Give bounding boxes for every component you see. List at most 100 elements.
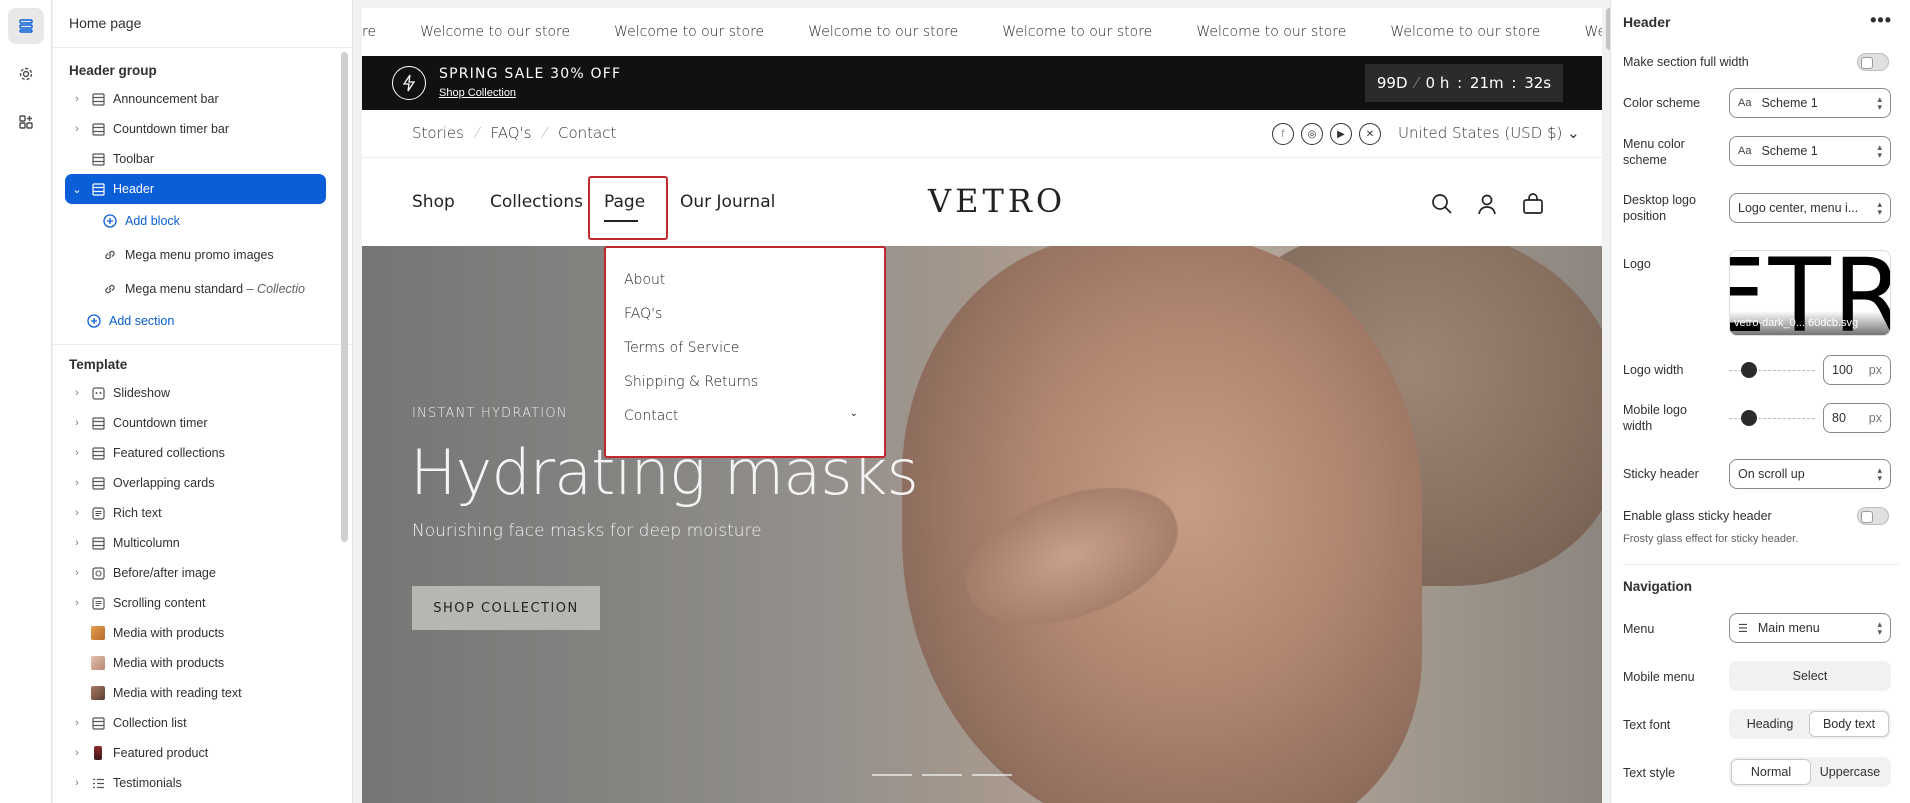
section-overlapping-cards[interactable]: › Overlapping cards [53, 468, 340, 498]
logo-width-input[interactable]: 100 px [1823, 355, 1891, 385]
add-section-header-button[interactable]: Add section [53, 306, 340, 336]
section-label: Countdown timer [113, 416, 208, 430]
dropdown-item-about[interactable]: About [624, 272, 665, 288]
nav-page-highlight[interactable]: Page [588, 176, 668, 240]
color-scheme-select[interactable]: Aa Scheme 1 ▴ ▾ [1729, 88, 1891, 118]
section-featured-product[interactable]: › Featured product [53, 738, 340, 768]
mobile-menu-select-button[interactable]: Select [1729, 661, 1891, 691]
link-stories[interactable]: Stories [412, 124, 464, 142]
theme-settings-icon[interactable] [8, 56, 44, 92]
x-twitter-icon[interactable]: ✕ [1359, 123, 1381, 145]
chevron-right-icon[interactable]: › [69, 567, 85, 579]
chevron-right-icon[interactable]: › [69, 777, 85, 789]
chevron-down-icon[interactable]: ⌄ [69, 183, 85, 196]
section-before-after-image[interactable]: › Before/after image [53, 558, 340, 588]
store-preview[interactable]: re Welcome to our store Welcome to our s… [362, 8, 1602, 803]
chevron-right-icon[interactable]: › [69, 537, 85, 549]
text-style-segmented[interactable]: Normal Uppercase [1729, 757, 1891, 787]
nav-shop[interactable]: Shop [412, 192, 455, 212]
sticky-header-select[interactable]: On scroll up ▴ ▾ [1729, 459, 1891, 489]
chevron-right-icon[interactable]: › [69, 717, 85, 729]
chevron-right-icon[interactable]: › [69, 447, 85, 459]
sections-icon[interactable] [8, 8, 44, 44]
section-toolbar[interactable]: Toolbar [53, 144, 340, 174]
announcement-marquee: re Welcome to our store Welcome to our s… [362, 8, 1602, 56]
nav-page[interactable]: Page [604, 192, 645, 212]
chevron-right-icon[interactable]: › [69, 417, 85, 429]
desktop-logo-select[interactable]: Logo center, menu i... ▴ ▾ [1729, 193, 1891, 223]
dropdown-item-faqs[interactable]: FAQ's [624, 306, 662, 322]
hero-slideshow[interactable]: INSTANT HYDRATION Hydrating masks Nouris… [362, 246, 1602, 803]
facebook-icon[interactable]: f [1272, 123, 1294, 145]
timer-days: 99D [1376, 74, 1408, 92]
section-countdown-timer[interactable]: › Countdown timer [53, 408, 340, 438]
section-media-with-reading-text[interactable]: Media with reading text [53, 678, 340, 708]
account-icon[interactable] [1475, 192, 1499, 216]
shop-collection-button[interactable]: SHOP COLLECTION [412, 586, 600, 630]
menu-color-select[interactable]: Aa Scheme 1 ▴ ▾ [1729, 136, 1891, 166]
apps-icon[interactable] [8, 104, 44, 140]
section-multicolumn[interactable]: › Multicolumn [53, 528, 340, 558]
more-options-icon[interactable]: ••• [1870, 10, 1892, 31]
promo-link[interactable]: Shop Collection [439, 87, 516, 99]
store-logo[interactable]: VETRO [928, 182, 1066, 220]
page-dropdown-menu: About FAQ's Terms of Service Shipping & … [604, 246, 886, 458]
chevron-right-icon[interactable]: › [69, 477, 85, 489]
logo-width-slider[interactable] [1729, 362, 1815, 378]
text-font-segmented[interactable]: Heading Body text [1729, 709, 1891, 739]
chevron-right-icon[interactable]: › [69, 123, 85, 135]
link-contact[interactable]: Contact [558, 124, 616, 142]
chevron-right-icon[interactable]: › [69, 507, 85, 519]
sidebar-scrollbar[interactable] [341, 52, 348, 542]
section-countdown-timer-bar[interactable]: › Countdown timer bar [53, 114, 340, 144]
text-font-body[interactable]: Body text [1809, 711, 1889, 737]
section-announcement-bar[interactable]: › Announcement bar [53, 84, 340, 114]
section-testimonials[interactable]: › Testimonials [53, 768, 340, 798]
youtube-icon[interactable]: ▶ [1330, 123, 1352, 145]
social-links: f ◎ ▶ ✕ [1272, 123, 1381, 145]
text-style-normal[interactable]: Normal [1731, 759, 1811, 785]
section-slideshow[interactable]: › Slideshow [53, 378, 340, 408]
slide-dot[interactable] [922, 774, 962, 776]
section-featured-collections[interactable]: › Featured collections [53, 438, 340, 468]
link-faqs[interactable]: FAQ's [490, 124, 531, 142]
full-width-toggle[interactable] [1857, 53, 1889, 71]
menu-select[interactable]: ☰ Main menu ▴ ▾ [1729, 613, 1891, 643]
section-media-with-products-2[interactable]: Media with products [53, 648, 340, 678]
search-icon[interactable] [1430, 192, 1454, 216]
mobile-logo-input[interactable]: 80 px [1823, 403, 1891, 433]
dropdown-item-contact[interactable]: Contact [624, 408, 678, 424]
chevron-right-icon[interactable]: › [69, 387, 85, 399]
chevron-down-icon[interactable]: ⌄ [850, 408, 858, 419]
slide-dot[interactable] [972, 774, 1012, 776]
chevron-right-icon[interactable]: › [69, 597, 85, 609]
chevron-right-icon[interactable]: › [69, 93, 85, 105]
logo-picker[interactable]: ETR vetro-dark_0... 60dcb.svg [1729, 250, 1891, 336]
main-navigation: Shop Collections Page Our Journal VETRO [362, 158, 1602, 246]
text-style-uppercase[interactable]: Uppercase [1811, 759, 1889, 785]
cart-icon[interactable] [1521, 192, 1545, 216]
glass-header-toggle[interactable] [1857, 507, 1889, 525]
currency-selector[interactable]: United States (USD $) ⌄ [1398, 124, 1580, 142]
section-media-with-products-1[interactable]: Media with products [53, 618, 340, 648]
nav-collections[interactable]: Collections [490, 192, 583, 212]
nav-our-journal[interactable]: Our Journal [680, 192, 775, 212]
instagram-icon[interactable]: ◎ [1301, 123, 1323, 145]
block-mega-menu-standard[interactable]: Mega menu standard – Collectio [53, 272, 340, 306]
slide-dot[interactable] [872, 774, 912, 776]
add-block-button[interactable]: Add block [53, 204, 340, 238]
section-collection-list[interactable]: › Collection list [53, 708, 340, 738]
section-rich-text[interactable]: › Rich text [53, 498, 340, 528]
slider-handle[interactable] [1741, 410, 1757, 426]
slider-handle[interactable] [1741, 362, 1757, 378]
section-header[interactable]: ⌄ Header [65, 174, 326, 204]
mobile-logo-slider[interactable] [1729, 410, 1815, 426]
section-scrolling-content[interactable]: › Scrolling content [53, 588, 340, 618]
chevron-right-icon[interactable]: › [69, 747, 85, 759]
section-icon [91, 716, 105, 730]
text-font-heading[interactable]: Heading [1731, 711, 1809, 737]
dropdown-item-shipping[interactable]: Shipping & Returns [624, 374, 758, 390]
dropdown-item-terms[interactable]: Terms of Service [624, 340, 739, 356]
slide-indicators[interactable] [872, 774, 1012, 776]
block-mega-menu-promo[interactable]: Mega menu promo images [53, 238, 340, 272]
